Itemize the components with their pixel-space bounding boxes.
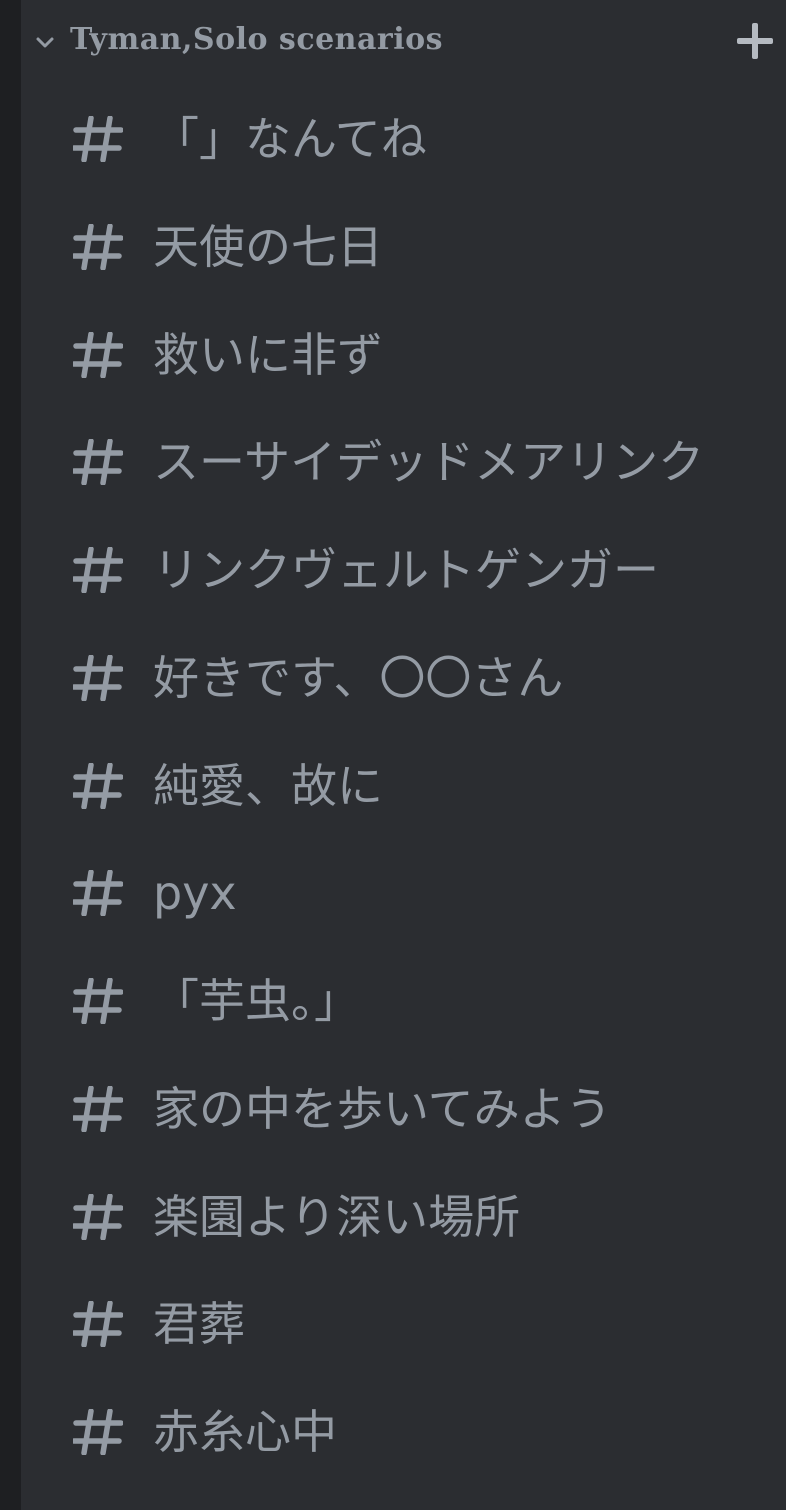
channel-item[interactable]: スーサイデッドメアリンク bbox=[21, 407, 786, 515]
channel-item[interactable]: 救いに非ず bbox=[21, 300, 786, 408]
channel-name: 「芋虫。」 bbox=[153, 974, 360, 1028]
hashtag-icon bbox=[73, 223, 123, 270]
channel-item[interactable]: 「」なんてね bbox=[21, 84, 786, 192]
channel-item[interactable]: リンクヴェルトゲンガー bbox=[21, 515, 786, 623]
channel-name: pyx bbox=[153, 866, 237, 921]
hashtag-icon bbox=[73, 762, 123, 809]
channel-name: リンクヴェルトゲンガー bbox=[153, 543, 659, 597]
channel-item[interactable]: 好きです、〇〇さん bbox=[21, 623, 786, 731]
category-header[interactable]: Tyman,Solo scenarios bbox=[21, 0, 786, 84]
hashtag-icon bbox=[73, 978, 123, 1024]
hashtag-icon bbox=[73, 1301, 123, 1348]
channel-name: 君葬 bbox=[153, 1297, 245, 1352]
channel-name: 好きです、〇〇さん bbox=[153, 650, 564, 705]
chevron-down-icon[interactable] bbox=[34, 32, 56, 54]
hashtag-icon bbox=[73, 870, 123, 917]
channel-item[interactable]: pyx bbox=[21, 838, 786, 946]
channel-item[interactable]: 君葬 bbox=[21, 1269, 786, 1377]
hashtag-icon bbox=[73, 116, 123, 162]
channel-name: 家の中を歩いてみよう bbox=[153, 1081, 612, 1136]
hashtag-icon bbox=[73, 331, 123, 378]
hashtag-icon bbox=[73, 654, 123, 701]
channel-item[interactable]: 楽園より深い場所 bbox=[21, 1162, 786, 1270]
channel-item[interactable]: 赤糸心中 bbox=[21, 1377, 786, 1485]
hashtag-icon bbox=[73, 1409, 123, 1455]
channel-item[interactable]: 「芋虫。」 bbox=[21, 946, 786, 1054]
channel-name: 救いに非ず bbox=[153, 327, 383, 382]
channel-name: 天使の七日 bbox=[153, 219, 383, 274]
hashtag-icon bbox=[73, 1193, 123, 1240]
hashtag-icon bbox=[73, 1085, 123, 1132]
channel-name: 純愛、故に bbox=[153, 758, 383, 813]
channel-item[interactable]: 家の中を歩いてみよう bbox=[21, 1054, 786, 1162]
plus-icon[interactable] bbox=[736, 22, 774, 60]
channel-name: スーサイデッドメアリンク bbox=[153, 435, 705, 490]
channel-item[interactable]: 純愛、故に bbox=[21, 731, 786, 839]
hashtag-icon bbox=[73, 439, 123, 486]
channel-name: 赤糸心中 bbox=[153, 1405, 337, 1459]
channel-list-panel: Tyman,Solo scenarios 「」なんてね 天使の七日救いに非ずスーサ… bbox=[21, 0, 786, 1510]
hashtag-icon bbox=[73, 547, 123, 593]
category-title[interactable]: Tyman,Solo scenarios bbox=[70, 22, 443, 57]
channel-name: 「」なんてね bbox=[153, 112, 427, 166]
channel-name: 楽園より深い場所 bbox=[153, 1189, 521, 1244]
channel-item[interactable]: 天使の七日 bbox=[21, 192, 786, 300]
server-rail-edge bbox=[0, 0, 21, 1510]
